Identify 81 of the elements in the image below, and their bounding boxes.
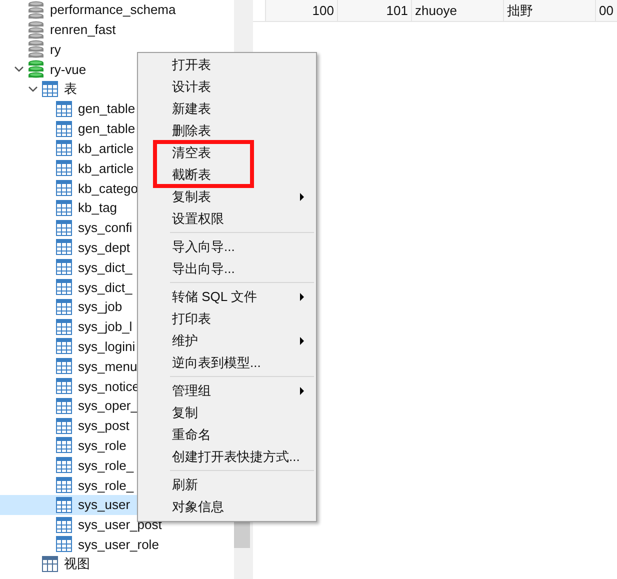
tree-item-label[interactable]: ry-vue <box>50 62 86 77</box>
menu-item[interactable]: 刷新 <box>140 474 314 496</box>
table-icon <box>56 437 72 454</box>
table-icon <box>56 318 72 335</box>
tree-item-label[interactable]: sys_user_role <box>78 536 159 552</box>
table-icon <box>56 279 72 296</box>
tree-item-label[interactable]: sys_job <box>78 299 122 314</box>
chevron-down-icon[interactable] <box>28 86 38 92</box>
table-icon <box>56 496 72 513</box>
tree-item-label[interactable]: sys_post <box>78 418 130 434</box>
menu-item[interactable]: 删除表 <box>140 120 314 142</box>
tree-item-label[interactable]: kb_catego <box>78 180 138 196</box>
tree-item-label[interactable]: sys_oper_ <box>78 398 138 414</box>
table-icon <box>56 457 72 474</box>
menu-item[interactable]: 复制表 <box>140 186 314 208</box>
tree-item-label[interactable]: sys_dict_ <box>78 280 132 295</box>
tree-item-label[interactable]: kb_article <box>78 140 134 156</box>
menu-item[interactable]: 逆向表到模型... <box>140 352 314 374</box>
tree-item-label[interactable]: sys_role_ <box>78 478 134 493</box>
table-icon <box>56 220 72 236</box>
tree-item-label[interactable]: kb_article <box>78 160 134 176</box>
tree-item-label[interactable]: renren_fast <box>50 22 116 38</box>
menu-item[interactable]: 清空表 <box>155 142 252 164</box>
table-icon <box>56 398 72 414</box>
tree-item-label[interactable]: sys_notice <box>78 378 140 394</box>
table-icon <box>56 200 72 216</box>
tree-item-label[interactable]: kb_tag <box>78 200 118 216</box>
table-cell: 101 <box>338 0 412 21</box>
table-icon <box>56 160 72 176</box>
table-cell: 100 <box>266 0 338 21</box>
table-icon <box>56 140 72 156</box>
menu-item[interactable]: 管理组 <box>140 380 314 402</box>
view-icon <box>42 556 58 572</box>
tree-item-label[interactable]: 表 <box>64 80 77 98</box>
tree-item-label[interactable]: sys_confi <box>78 220 132 236</box>
menu-item[interactable]: 创建打开表快捷方式... <box>140 446 314 468</box>
table-cell: zhuoye <box>412 0 504 21</box>
tree-item-label[interactable]: gen_table <box>78 101 136 116</box>
table-cell-text: 00 <box>598 2 614 20</box>
chevron-down-icon[interactable] <box>14 66 24 72</box>
menu-item[interactable]: 重命名 <box>140 424 314 446</box>
menu-item[interactable]: 导出向导... <box>140 258 314 280</box>
tree-item-label[interactable]: sys_dept <box>78 240 130 255</box>
table-icon <box>56 378 72 394</box>
tree-item-label[interactable]: sys_logini <box>78 338 136 354</box>
tree-item-label[interactable]: sys_dict_ <box>78 260 132 275</box>
table-icon <box>56 298 72 315</box>
table-icon <box>56 536 72 552</box>
table-row[interactable]: 100 101 zhuoye 拙野 00 <box>253 0 617 22</box>
menu-item[interactable]: 设计表 <box>140 76 314 98</box>
table-icon <box>42 81 58 98</box>
table-icon <box>56 418 72 434</box>
tree-item-label[interactable]: sys_job_l <box>78 319 132 334</box>
table-icon <box>56 338 72 354</box>
tree-item-label[interactable]: 视图 <box>64 555 90 574</box>
menu-item[interactable]: 转储 SQL 文件 <box>140 286 314 308</box>
table-icon <box>56 477 72 494</box>
tree-item-label[interactable]: sys_user_post <box>78 517 162 532</box>
table-icon <box>56 120 72 137</box>
tree-item-label[interactable]: gen_table <box>78 121 136 136</box>
menu-item[interactable]: 设置权限 <box>140 208 314 230</box>
menu-item[interactable]: 打印表 <box>140 308 314 330</box>
tree-item-label[interactable]: sys_role_ <box>78 458 134 473</box>
table-icon <box>56 358 72 374</box>
table-cell: 拙野 <box>504 0 596 21</box>
menu-item[interactable]: 复制 <box>140 402 314 424</box>
menu-item[interactable]: 打开表 <box>140 54 314 76</box>
table-icon <box>56 516 72 533</box>
tree-item-label[interactable]: performance_schema <box>50 2 176 18</box>
tree-item-label[interactable]: sys_user <box>78 497 130 512</box>
menu-item[interactable]: 维护 <box>140 330 314 352</box>
tree-item-label[interactable]: sys_menu <box>78 358 138 374</box>
tree-item-label[interactable]: ry <box>50 42 61 57</box>
menu-item[interactable]: 新建表 <box>140 98 314 120</box>
tree-item-label[interactable]: sys_role <box>78 438 126 453</box>
table-icon <box>56 100 72 117</box>
menu-item[interactable]: 截断表 <box>155 164 252 186</box>
table-icon <box>56 239 72 256</box>
table-icon <box>56 259 72 276</box>
menu-item[interactable]: 导入向导... <box>140 236 314 258</box>
table-icon <box>56 180 72 196</box>
